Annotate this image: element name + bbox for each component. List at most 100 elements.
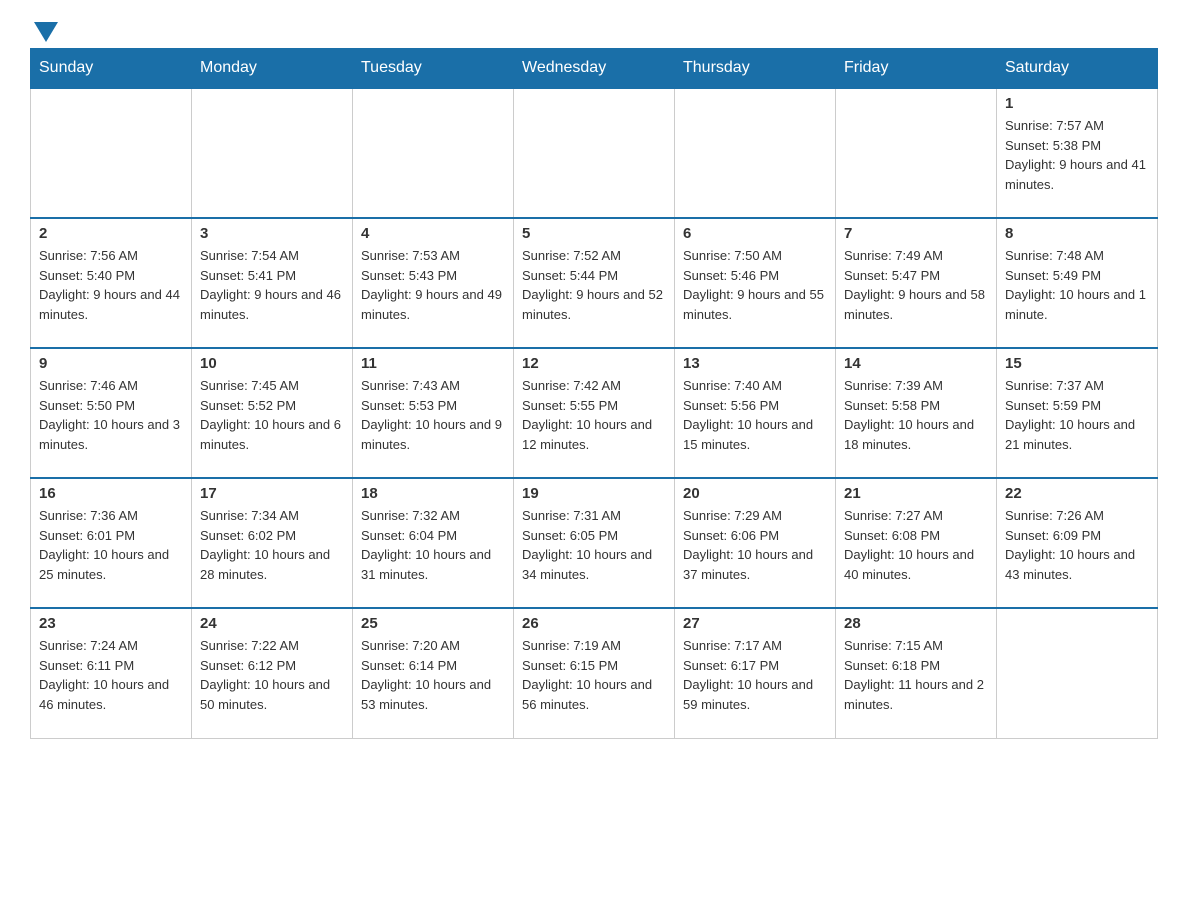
day-number: 13 <box>683 355 827 372</box>
day-info: Sunrise: 7:34 AM Sunset: 6:02 PM Dayligh… <box>200 506 344 584</box>
week-row-2: 2 Sunrise: 7:56 AM Sunset: 5:40 PM Daylig… <box>31 218 1158 348</box>
day-number: 23 <box>39 615 183 632</box>
calendar-cell: 6 Sunrise: 7:50 AM Sunset: 5:46 PM Daylig… <box>675 218 836 348</box>
calendar-cell: 2 Sunrise: 7:56 AM Sunset: 5:40 PM Daylig… <box>31 218 192 348</box>
day-number: 15 <box>1005 355 1149 372</box>
calendar-cell: 21 Sunrise: 7:27 AM Sunset: 6:08 PM Dayli… <box>836 478 997 608</box>
day-info: Sunrise: 7:50 AM Sunset: 5:46 PM Dayligh… <box>683 246 827 324</box>
calendar-cell: 20 Sunrise: 7:29 AM Sunset: 6:06 PM Dayli… <box>675 478 836 608</box>
day-number: 4 <box>361 225 505 242</box>
day-number: 28 <box>844 615 988 632</box>
calendar-cell <box>997 608 1158 738</box>
day-number: 10 <box>200 355 344 372</box>
day-info: Sunrise: 7:19 AM Sunset: 6:15 PM Dayligh… <box>522 636 666 714</box>
day-number: 22 <box>1005 485 1149 502</box>
calendar-table: SundayMondayTuesdayWednesdayThursdayFrid… <box>30 48 1158 739</box>
day-number: 1 <box>1005 95 1149 112</box>
logo-triangle-icon <box>34 22 58 42</box>
calendar-cell: 28 Sunrise: 7:15 AM Sunset: 6:18 PM Dayli… <box>836 608 997 738</box>
calendar-cell: 24Sunrise: 7:22 AM Sunset: 6:12 PM Dayli… <box>192 608 353 738</box>
week-row-1: 1 Sunrise: 7:57 AM Sunset: 5:38 PM Daylig… <box>31 88 1158 218</box>
calendar-cell: 17 Sunrise: 7:34 AM Sunset: 6:02 PM Dayli… <box>192 478 353 608</box>
day-number: 5 <box>522 225 666 242</box>
day-number: 27 <box>683 615 827 632</box>
day-info: Sunrise: 7:49 AM Sunset: 5:47 PM Dayligh… <box>844 246 988 324</box>
day-info: Sunrise: 7:31 AM Sunset: 6:05 PM Dayligh… <box>522 506 666 584</box>
calendar-header-tuesday: Tuesday <box>353 49 514 89</box>
day-info: Sunrise: 7:53 AM Sunset: 5:43 PM Dayligh… <box>361 246 505 324</box>
calendar-cell <box>836 88 997 218</box>
day-number: 18 <box>361 485 505 502</box>
day-number: 9 <box>39 355 183 372</box>
day-info: Sunrise: 7:22 AM Sunset: 6:12 PM Dayligh… <box>200 636 344 714</box>
day-info: Sunrise: 7:52 AM Sunset: 5:44 PM Dayligh… <box>522 246 666 324</box>
day-number: 16 <box>39 485 183 502</box>
calendar-cell: 13 Sunrise: 7:40 AM Sunset: 5:56 PM Dayli… <box>675 348 836 478</box>
calendar-cell: 26 Sunrise: 7:19 AM Sunset: 6:15 PM Dayli… <box>514 608 675 738</box>
logo <box>30 20 58 38</box>
day-info: Sunrise: 7:17 AM Sunset: 6:17 PM Dayligh… <box>683 636 827 714</box>
day-number: 11 <box>361 355 505 372</box>
calendar-cell: 10 Sunrise: 7:45 AM Sunset: 5:52 PM Dayli… <box>192 348 353 478</box>
calendar-cell <box>192 88 353 218</box>
calendar-cell: 18 Sunrise: 7:32 AM Sunset: 6:04 PM Dayli… <box>353 478 514 608</box>
calendar-cell: 4 Sunrise: 7:53 AM Sunset: 5:43 PM Daylig… <box>353 218 514 348</box>
page-header <box>30 20 1158 38</box>
calendar-cell <box>675 88 836 218</box>
day-number: 25 <box>361 615 505 632</box>
day-number: 8 <box>1005 225 1149 242</box>
day-number: 14 <box>844 355 988 372</box>
day-number: 17 <box>200 485 344 502</box>
day-info: Sunrise: 7:27 AM Sunset: 6:08 PM Dayligh… <box>844 506 988 584</box>
day-info: Sunrise: 7:20 AM Sunset: 6:14 PM Dayligh… <box>361 636 505 714</box>
day-number: 19 <box>522 485 666 502</box>
calendar-cell: 7 Sunrise: 7:49 AM Sunset: 5:47 PM Daylig… <box>836 218 997 348</box>
calendar-cell: 5 Sunrise: 7:52 AM Sunset: 5:44 PM Daylig… <box>514 218 675 348</box>
day-number: 21 <box>844 485 988 502</box>
calendar-header-row: SundayMondayTuesdayWednesdayThursdayFrid… <box>31 49 1158 89</box>
day-info: Sunrise: 7:42 AM Sunset: 5:55 PM Dayligh… <box>522 376 666 454</box>
calendar-cell: 27 Sunrise: 7:17 AM Sunset: 6:17 PM Dayli… <box>675 608 836 738</box>
day-number: 12 <box>522 355 666 372</box>
day-info: Sunrise: 7:43 AM Sunset: 5:53 PM Dayligh… <box>361 376 505 454</box>
calendar-cell: 14 Sunrise: 7:39 AM Sunset: 5:58 PM Dayli… <box>836 348 997 478</box>
day-number: 3 <box>200 225 344 242</box>
calendar-cell: 23 Sunrise: 7:24 AM Sunset: 6:11 PM Dayli… <box>31 608 192 738</box>
calendar-cell: 16 Sunrise: 7:36 AM Sunset: 6:01 PM Dayli… <box>31 478 192 608</box>
calendar-header-thursday: Thursday <box>675 49 836 89</box>
day-info: Sunrise: 7:46 AM Sunset: 5:50 PM Dayligh… <box>39 376 183 454</box>
calendar-cell: 22Sunrise: 7:26 AM Sunset: 6:09 PM Dayli… <box>997 478 1158 608</box>
day-info: Sunrise: 7:48 AM Sunset: 5:49 PM Dayligh… <box>1005 246 1149 324</box>
day-number: 20 <box>683 485 827 502</box>
day-info: Sunrise: 7:57 AM Sunset: 5:38 PM Dayligh… <box>1005 116 1149 194</box>
calendar-cell: 1 Sunrise: 7:57 AM Sunset: 5:38 PM Daylig… <box>997 88 1158 218</box>
week-row-5: 23 Sunrise: 7:24 AM Sunset: 6:11 PM Dayli… <box>31 608 1158 738</box>
calendar-cell: 15 Sunrise: 7:37 AM Sunset: 5:59 PM Dayli… <box>997 348 1158 478</box>
day-number: 2 <box>39 225 183 242</box>
day-number: 7 <box>844 225 988 242</box>
calendar-cell: 25 Sunrise: 7:20 AM Sunset: 6:14 PM Dayli… <box>353 608 514 738</box>
day-info: Sunrise: 7:36 AM Sunset: 6:01 PM Dayligh… <box>39 506 183 584</box>
calendar-header-sunday: Sunday <box>31 49 192 89</box>
day-info: Sunrise: 7:56 AM Sunset: 5:40 PM Dayligh… <box>39 246 183 324</box>
calendar-cell: 12 Sunrise: 7:42 AM Sunset: 5:55 PM Dayli… <box>514 348 675 478</box>
calendar-cell: 9 Sunrise: 7:46 AM Sunset: 5:50 PM Daylig… <box>31 348 192 478</box>
day-info: Sunrise: 7:32 AM Sunset: 6:04 PM Dayligh… <box>361 506 505 584</box>
calendar-cell <box>353 88 514 218</box>
day-info: Sunrise: 7:39 AM Sunset: 5:58 PM Dayligh… <box>844 376 988 454</box>
calendar-header-monday: Monday <box>192 49 353 89</box>
day-info: Sunrise: 7:37 AM Sunset: 5:59 PM Dayligh… <box>1005 376 1149 454</box>
week-row-3: 9 Sunrise: 7:46 AM Sunset: 5:50 PM Daylig… <box>31 348 1158 478</box>
calendar-cell: 11 Sunrise: 7:43 AM Sunset: 5:53 PM Dayli… <box>353 348 514 478</box>
day-info: Sunrise: 7:24 AM Sunset: 6:11 PM Dayligh… <box>39 636 183 714</box>
calendar-cell: 8 Sunrise: 7:48 AM Sunset: 5:49 PM Daylig… <box>997 218 1158 348</box>
day-info: Sunrise: 7:15 AM Sunset: 6:18 PM Dayligh… <box>844 636 988 714</box>
day-number: 26 <box>522 615 666 632</box>
calendar-header-saturday: Saturday <box>997 49 1158 89</box>
calendar-header-wednesday: Wednesday <box>514 49 675 89</box>
calendar-cell: 19 Sunrise: 7:31 AM Sunset: 6:05 PM Dayli… <box>514 478 675 608</box>
day-number: 6 <box>683 225 827 242</box>
day-info: Sunrise: 7:29 AM Sunset: 6:06 PM Dayligh… <box>683 506 827 584</box>
day-info: Sunrise: 7:40 AM Sunset: 5:56 PM Dayligh… <box>683 376 827 454</box>
day-info: Sunrise: 7:45 AM Sunset: 5:52 PM Dayligh… <box>200 376 344 454</box>
